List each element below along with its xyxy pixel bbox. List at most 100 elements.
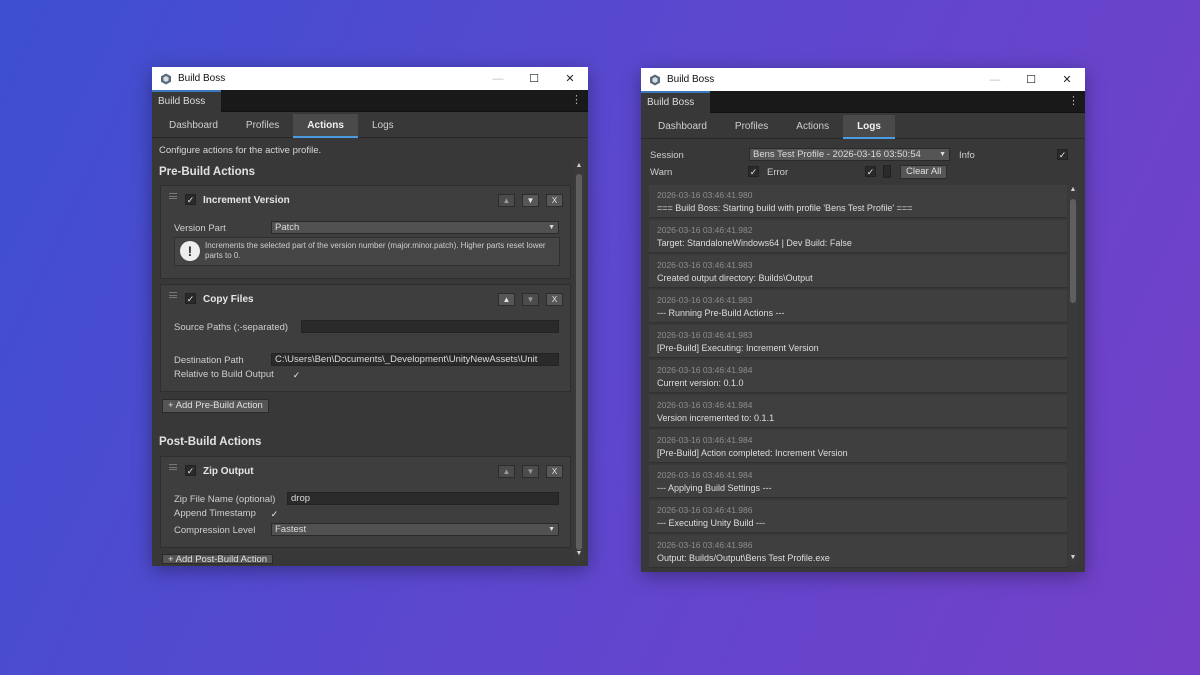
append-timestamp-checkbox[interactable]: ✓ [269,508,280,519]
minimize-button[interactable]: — [480,67,516,90]
log-entry[interactable]: 2026-03-16 03:46:41.983 [Pre-Build] Exec… [649,325,1067,358]
log-timestamp: 2026-03-16 03:46:41.983 [657,260,753,270]
info-filter-label: Info [959,150,975,161]
drag-handle-icon[interactable] [169,464,177,470]
action-title: Increment Version [203,195,290,206]
help-text: Increments the selected part of the vers… [205,241,546,260]
enabled-checkbox[interactable]: ✓ [185,194,196,205]
session-label: Session [650,150,684,161]
relative-to-output-checkbox[interactable]: ✓ [291,369,302,380]
editor-window-tab[interactable]: Build Boss [641,91,711,113]
log-entry[interactable]: 2026-03-16 03:46:41.984 [Pre-Build] Acti… [649,430,1067,463]
info-filter-checkbox[interactable]: ✓ [1057,149,1068,160]
log-entry[interactable]: 2026-03-16 03:46:41.983 Created output d… [649,255,1067,288]
nav-tabs: Dashboard Profiles Actions Logs [641,113,1085,139]
log-entry[interactable]: 2026-03-16 03:46:41.986 Output: Builds/O… [649,535,1067,568]
editor-tab-strip: Build Boss ⋮ [152,90,588,112]
log-list: 2026-03-16 03:46:41.980 === Build Boss: … [649,185,1069,568]
log-message: [Pre-Build] Executing: Increment Version [657,343,819,353]
move-down-button[interactable]: ▼ [522,465,539,478]
log-timestamp: 2026-03-16 03:46:41.984 [657,365,753,375]
window-title: Build Boss [178,73,226,84]
log-timestamp: 2026-03-16 03:46:41.986 [657,505,753,515]
tab-dashboard[interactable]: Dashboard [644,115,721,139]
session-dropdown[interactable]: Bens Test Profile - 2026-03-16 03:50:54 … [749,148,950,161]
scroll-down-icon[interactable]: ▼ [1069,554,1077,561]
log-timestamp: 2026-03-16 03:46:41.983 [657,330,753,340]
move-up-button[interactable]: ▲ [498,465,515,478]
vertical-scrollbar[interactable]: ▲ ▼ [1068,186,1078,565]
add-post-build-action-button[interactable]: + Add Post-Build Action [162,554,274,564]
more-options-icon[interactable]: ⋮ [1068,94,1079,108]
action-card-zip-output: ✓ Zip Output ▲ ▼ X Zip File Name (option… [160,456,571,548]
log-entry[interactable]: 2026-03-16 03:46:41.984 Current version:… [649,360,1067,393]
action-card-increment-version: ✓ Increment Version ▲ ▼ X Version Part P… [160,185,571,279]
scroll-thumb[interactable] [576,174,582,550]
zip-name-label: Zip File Name (optional) [174,494,276,505]
log-entry[interactable]: 2026-03-16 03:46:41.983 --- Running Pre-… [649,290,1067,323]
compression-level-value: Fastest [275,524,307,535]
enabled-checkbox[interactable]: ✓ [185,465,196,476]
scroll-thumb[interactable] [1070,199,1076,303]
drag-handle-icon[interactable] [169,193,177,199]
close-button[interactable]: ✕ [1049,68,1085,91]
scroll-up-icon[interactable]: ▲ [575,162,583,169]
tab-actions[interactable]: Actions [293,114,358,138]
source-paths-input[interactable] [301,320,559,333]
enabled-checkbox[interactable]: ✓ [185,293,196,304]
version-part-dropdown[interactable]: Patch ▼ [271,221,559,234]
log-entry[interactable]: 2026-03-16 03:46:41.980 === Build Boss: … [649,185,1067,218]
tab-logs[interactable]: Logs [358,114,408,138]
scroll-down-icon[interactable]: ▼ [575,550,583,557]
drag-handle-icon[interactable] [169,292,177,298]
log-entry[interactable]: 2026-03-16 03:46:41.986 --- Executing Un… [649,500,1067,533]
tab-profiles[interactable]: Profiles [721,115,782,139]
log-message: Target: StandaloneWindows64 | Dev Build:… [657,238,852,248]
log-entry[interactable]: 2026-03-16 03:46:41.984 --- Applying Bui… [649,465,1067,498]
log-message: Output: Builds/Output\Bens Test Profile.… [657,553,830,563]
move-down-button[interactable]: ▼ [522,293,539,306]
log-message: [Pre-Build] Action completed: Increment … [657,448,848,458]
maximize-button[interactable]: ☐ [1013,68,1049,91]
nav-tabs: Dashboard Profiles Actions Logs [152,112,588,138]
tab-actions[interactable]: Actions [782,115,843,139]
zip-name-input[interactable]: drop [287,492,559,505]
scroll-up-icon[interactable]: ▲ [1069,186,1077,193]
clear-all-button[interactable]: Clear All [900,165,948,179]
title-bar[interactable]: Build Boss — ☐ ✕ [152,67,588,90]
tab-logs[interactable]: Logs [843,115,895,139]
destination-path-input[interactable]: C:\Users\Ben\Documents\_Development\Unit… [271,353,559,366]
filter-divider [883,165,891,178]
close-button[interactable]: ✕ [552,67,588,90]
pre-build-heading: Pre-Build Actions [159,166,256,178]
tab-dashboard[interactable]: Dashboard [155,114,232,138]
error-filter-checkbox[interactable]: ✓ [865,166,876,177]
log-entry[interactable]: 2026-03-16 03:46:41.984 Version incremen… [649,395,1067,428]
move-up-button[interactable]: ▲ [498,194,515,207]
log-message: === Build Boss: Starting build with prof… [657,203,913,213]
remove-button[interactable]: X [546,194,563,207]
log-entry[interactable]: 2026-03-16 03:46:41.982 Target: Standalo… [649,220,1067,253]
post-build-heading: Post-Build Actions [159,436,262,448]
log-timestamp: 2026-03-16 03:46:41.984 [657,435,753,445]
add-pre-build-action-button[interactable]: + Add Pre-Build Action [162,399,269,413]
source-paths-label: Source Paths (;-separated) [174,322,289,333]
caret-down-icon: ▼ [548,224,555,231]
move-down-button[interactable]: ▼ [522,194,539,207]
maximize-button[interactable]: ☐ [516,67,552,90]
remove-button[interactable]: X [546,465,563,478]
version-part-value: Patch [275,222,300,233]
title-bar[interactable]: Build Boss — ☐ ✕ [641,68,1085,91]
minimize-button[interactable]: — [977,68,1013,91]
vertical-scrollbar[interactable]: ▲ ▼ [574,162,584,562]
remove-button[interactable]: X [546,293,563,306]
editor-window-tab[interactable]: Build Boss [152,90,222,112]
compression-level-dropdown[interactable]: Fastest ▼ [271,523,559,536]
warn-filter-checkbox[interactable]: ✓ [748,166,759,177]
move-up-button[interactable]: ▲ [498,293,515,306]
tab-profiles[interactable]: Profiles [232,114,293,138]
log-timestamp: 2026-03-16 03:46:41.983 [657,295,753,305]
warn-filter-label: Warn [650,167,673,178]
log-message: --- Running Pre-Build Actions --- [657,308,785,318]
more-options-icon[interactable]: ⋮ [571,93,582,107]
